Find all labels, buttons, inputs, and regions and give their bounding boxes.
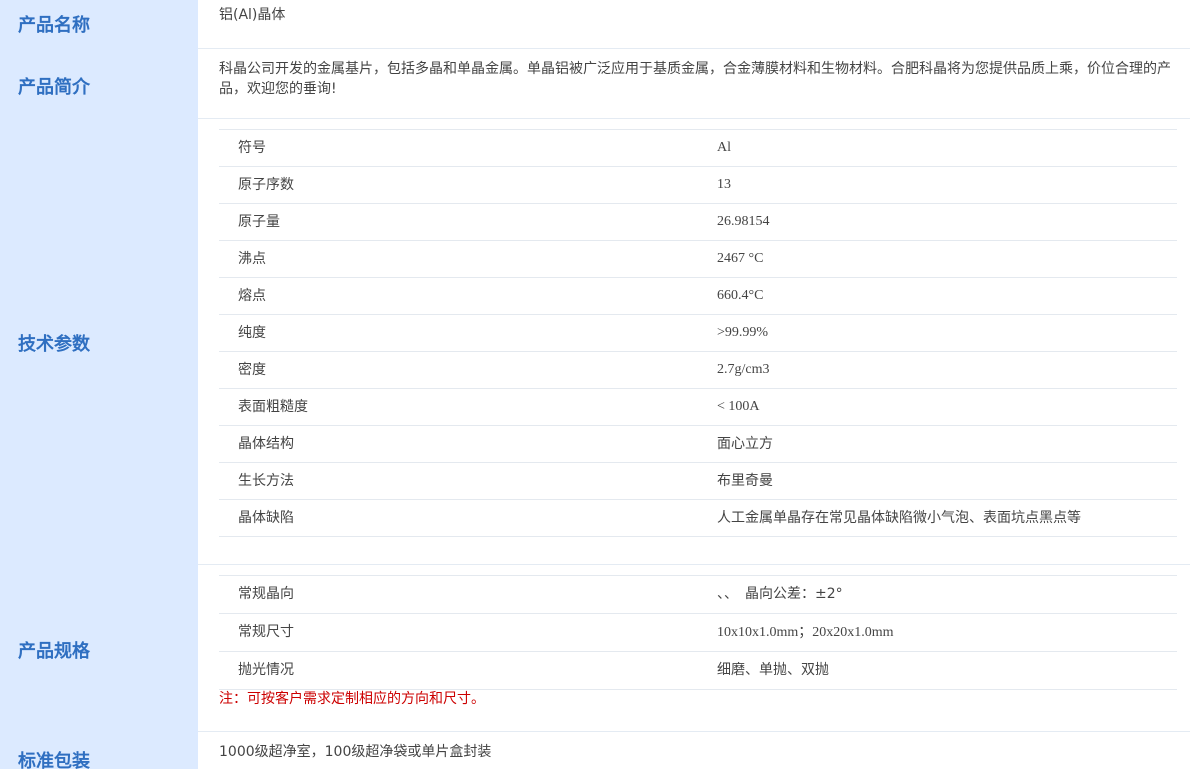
table-row: 符号 Al (219, 130, 1177, 167)
spec-key: 符号 (238, 140, 266, 156)
label-tech-specs: 技术参数 (18, 334, 90, 355)
format-value: 细磨、单抛、双抛 (717, 662, 829, 678)
spec-key: 沸点 (238, 251, 266, 267)
table-row: 密度 2.7g/cm3 (219, 352, 1177, 389)
label-product-name: 产品名称 (18, 15, 90, 36)
divider (198, 731, 1190, 732)
table-row: 晶体结构 面心立方 (219, 426, 1177, 463)
spec-value: 660.4°C (717, 288, 764, 303)
format-key: 抛光情况 (238, 662, 294, 678)
format-value: 10x10x1.0mm；20x20x1.0mm (717, 625, 894, 640)
divider (198, 118, 1190, 119)
spec-value: 2467 °C (717, 251, 764, 266)
product-intro-text: 科晶公司开发的金属基片，包括多晶和单晶金属。单晶铝被广泛应用于基质金属，合金薄膜… (219, 61, 1171, 97)
table-row: 原子量 26.98154 (219, 204, 1177, 241)
table-row: 表面粗糙度 < 100A (219, 389, 1177, 426)
table-row: 常规晶向 、、 晶向公差：±2° (219, 576, 1177, 614)
label-packaging: 标准包装 (18, 751, 90, 769)
format-key: 常规晶向 (238, 586, 294, 602)
format-value: 、、 晶向公差：±2° (717, 586, 843, 602)
table-row: 晶体缺陷 人工金属单晶存在常见晶体缺陷微小气泡、表面坑点黑点等 (219, 500, 1177, 537)
spec-key: 熔点 (238, 288, 266, 304)
spec-value: 人工金属单晶存在常见晶体缺陷微小气泡、表面坑点黑点等 (717, 510, 1081, 526)
label-product-format: 产品规格 (18, 641, 90, 662)
spec-key: 原子量 (238, 214, 280, 230)
format-key: 常规尺寸 (238, 624, 294, 640)
divider (198, 48, 1190, 49)
spec-key: 原子序数 (238, 177, 294, 193)
spec-value: 面心立方 (717, 436, 773, 452)
custom-note: 注：可按客户需求定制相应的方向和尺寸。 (219, 691, 485, 707)
spec-key: 生长方法 (238, 473, 294, 489)
spec-value: < 100A (717, 399, 760, 414)
table-row: 原子序数 13 (219, 167, 1177, 204)
table-row: 生长方法 布里奇曼 (219, 463, 1177, 500)
spec-value: 13 (717, 177, 731, 192)
spec-value: Al (717, 140, 731, 155)
divider (198, 564, 1190, 565)
product-name-value: 铝(Al)晶体 (219, 7, 286, 23)
spec-key: 晶体缺陷 (238, 510, 294, 526)
table-row: 纯度 >99.99% (219, 315, 1177, 352)
format-table: 常规晶向 、、 晶向公差：±2° 常规尺寸 10x10x1.0mm；20x20x1.… (219, 575, 1177, 690)
spec-value: >99.99% (717, 325, 769, 340)
spec-key: 表面粗糙度 (238, 399, 308, 415)
specs-table: 符号 Al 原子序数 13 原子量 26.98154 沸点 2467 °C 熔点 660.… (219, 129, 1177, 537)
packaging-text: 1000级超净室，100级超净袋或单片盒封装 (219, 744, 492, 760)
table-row: 沸点 2467 °C (219, 241, 1177, 278)
spec-value: 布里奇曼 (717, 473, 773, 489)
label-product-intro: 产品简介 (18, 77, 90, 98)
table-row: 熔点 660.4°C (219, 278, 1177, 315)
spec-key: 密度 (238, 362, 266, 378)
table-row: 抛光情况 细磨、单抛、双抛 (219, 652, 1177, 690)
spec-key: 晶体结构 (238, 436, 294, 452)
spec-key: 纯度 (238, 325, 266, 341)
spec-value: 26.98154 (717, 214, 770, 229)
table-row: 常规尺寸 10x10x1.0mm；20x20x1.0mm (219, 614, 1177, 652)
spec-value: 2.7g/cm3 (717, 362, 770, 377)
